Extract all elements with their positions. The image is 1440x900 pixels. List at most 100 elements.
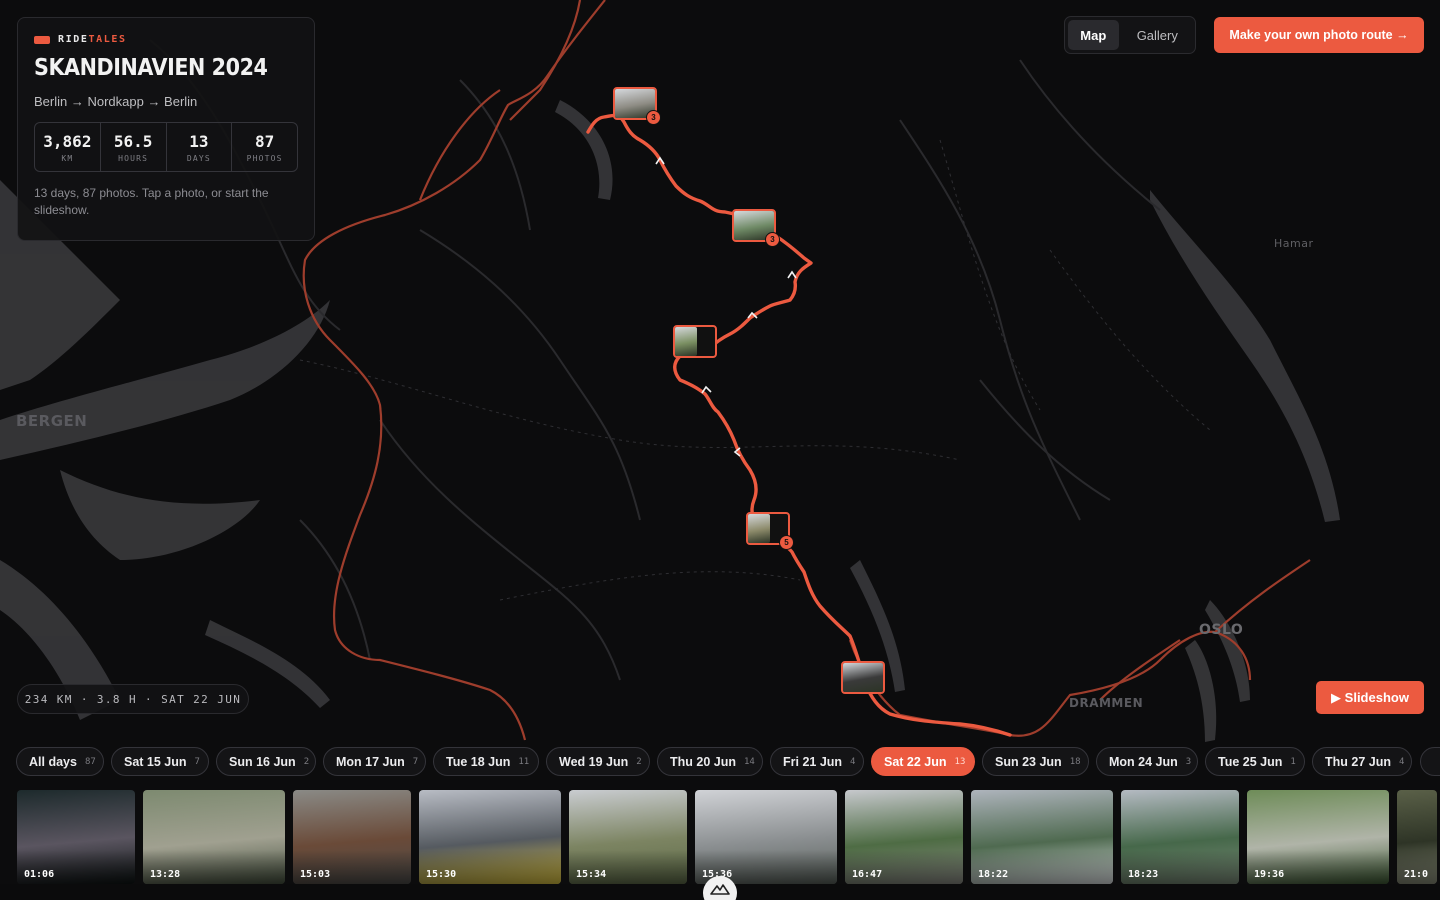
day-chip-count: 7	[194, 756, 200, 767]
day-chip-label: Sun 16 Jun	[229, 754, 296, 769]
photo-time: 01:06	[24, 869, 55, 880]
app-root: BERGEN Hamar OSLO DRAMMEN 3 3 5 RIDE TALES …	[0, 0, 1440, 900]
marker-count-badge: 5	[779, 535, 794, 550]
photo-time: 13:28	[150, 869, 181, 880]
stat-days: 13 DAYS	[167, 123, 233, 171]
photo-time: 18:23	[1128, 869, 1159, 880]
marker-thumbnail	[675, 327, 697, 356]
day-chip-label: Sun 23 Jun	[995, 754, 1062, 769]
day-chip-count: 13	[954, 756, 966, 767]
marker-thumbnail	[748, 514, 770, 543]
day-chip[interactable]: Mon 24 Jun 3	[1096, 747, 1198, 776]
day-chip[interactable]: Tue 25 Jun 1	[1205, 747, 1305, 776]
photo-marker[interactable]	[673, 325, 717, 358]
photo-thumbnail[interactable]: 15:34	[569, 790, 687, 884]
day-chip[interactable]: Sun 23 Jun 18	[982, 747, 1089, 776]
day-filter-bar: All days 87 Sat 15 Jun 7 Sun 16 Jun 2 Mon 17 J…	[16, 747, 1440, 776]
slideshow-button[interactable]: ▶ Slideshow	[1316, 681, 1424, 714]
photo-time: 15:03	[300, 869, 331, 880]
day-chip[interactable]: Sat 15 Jun 7	[111, 747, 209, 776]
photo-time: 15:34	[576, 869, 607, 880]
stat-photos: 87 PHOTOS	[232, 123, 297, 171]
day-chip[interactable]: Fri 21 Jun 4	[770, 747, 864, 776]
day-chip[interactable]: Wed 19 Jun 2	[546, 747, 650, 776]
photo-marker[interactable]: 5	[746, 512, 794, 550]
day-chip-label: Thu 20 Jun	[670, 754, 736, 769]
day-chip-count: 2	[636, 756, 642, 767]
map-label-hamar: Hamar	[1274, 237, 1314, 250]
photo-thumbnail[interactable]: 15:36	[695, 790, 837, 884]
stat-value: 3,862	[43, 131, 92, 151]
day-chip-count: 14	[743, 756, 755, 767]
photo-marker[interactable]: 3	[732, 209, 780, 247]
stat-label: KM	[61, 153, 74, 163]
photo-time: 19:36	[1254, 869, 1285, 880]
day-chip-count: 18	[1069, 756, 1081, 767]
stat-label: DAYS	[186, 153, 211, 163]
photo-thumbnail[interactable]: 01:06	[17, 790, 135, 884]
photo-marker[interactable]	[841, 661, 885, 694]
day-chip-label: Mon 17 Jun	[336, 754, 405, 769]
day-chip[interactable]: Thu 20 Jun 14	[657, 747, 763, 776]
day-chip-count: 4	[850, 756, 856, 767]
day-chip-count: 7	[412, 756, 419, 767]
day-chip-label: All days	[29, 754, 77, 769]
photo-thumbnail[interactable]: 16:47	[845, 790, 963, 884]
photo-marker[interactable]: 3	[613, 87, 661, 125]
day-chip-overflow[interactable]	[1420, 747, 1440, 776]
trip-info-card: RIDE TALES SKANDINAVIEN 2024 Berlin → Nor…	[17, 17, 315, 241]
photo-thumbnail[interactable]: 15:30	[419, 790, 561, 884]
photo-thumbnail[interactable]: 18:22	[971, 790, 1113, 884]
trip-title: SKANDINAVIEN 2024	[34, 55, 268, 81]
stat-value: 56.5	[113, 131, 153, 151]
trip-route: Berlin → Nordkapp → Berlin	[34, 94, 198, 109]
day-chip-count: 11	[518, 756, 530, 767]
marker-count-badge: 3	[646, 110, 661, 125]
day-chip-label: Wed 19 Jun	[559, 754, 629, 769]
trip-description: 13 days, 87 photos. Tap a photo, or star…	[34, 186, 269, 217]
stat-distance: 3,862 KM	[35, 123, 101, 171]
day-chip-label: Sat 22 Jun	[884, 754, 947, 769]
photo-thumbnail[interactable]: 15:03	[293, 790, 411, 884]
photo-strip[interactable]: 01:06 13:28 15:03 15:30 15:34 15:36 16:47 18:22…	[0, 790, 1440, 884]
photo-thumbnail[interactable]: 18:23	[1121, 790, 1239, 884]
photo-thumbnail[interactable]: 19:36	[1247, 790, 1389, 884]
tab-map[interactable]: Map	[1068, 20, 1119, 50]
day-chip-count: 4	[1398, 756, 1405, 767]
brand-logo[interactable]: RIDE TALES	[34, 34, 298, 45]
make-photo-route-button[interactable]: Make your own photo route →	[1214, 17, 1424, 53]
map-label-oslo: OSLO	[1199, 622, 1244, 638]
day-summary-badge: 234 KM · 3.8 H · SAT 22 JUN	[17, 684, 249, 714]
day-chip-label: Tue 25 Jun	[1218, 754, 1283, 769]
photo-time: 15:30	[426, 869, 457, 880]
brand-name-part2: TALES	[88, 34, 127, 45]
day-chip-count: 1	[1290, 756, 1296, 767]
day-chip[interactable]: Tue 18 Jun 11	[433, 747, 539, 776]
photo-time: 21:0	[1404, 869, 1429, 880]
brand-mark-icon	[34, 35, 50, 44]
photo-time: 16:47	[852, 869, 883, 880]
day-chip-label: Tue 18 Jun	[446, 754, 511, 769]
photo-thumbnail[interactable]: 13:28	[143, 790, 285, 884]
stat-hours: 56.5 HOURS	[101, 123, 167, 171]
mountain-icon	[710, 884, 730, 895]
day-chip-label: Sat 15 Jun	[124, 754, 187, 769]
stat-value: 13	[189, 131, 209, 151]
day-chip[interactable]: Mon 17 Jun 7	[323, 747, 426, 776]
marker-thumbnail	[843, 663, 883, 692]
photo-time: 18:22	[978, 869, 1009, 880]
day-chip[interactable]: Thu 27 Jun 4	[1312, 747, 1412, 776]
stat-label: PHOTOS	[246, 153, 283, 163]
brand-name-part1: RIDE	[58, 34, 89, 45]
view-toggle: Map Gallery	[1064, 16, 1196, 54]
photo-thumbnail[interactable]: 21:0	[1397, 790, 1437, 884]
day-chip[interactable]: Sat 22 Jun 13	[871, 747, 975, 776]
trip-stats: 3,862 KM 56.5 HOURS 13 DAYS 87 PHOTOS	[34, 122, 298, 172]
day-chip[interactable]: Sun 16 Jun 2	[216, 747, 316, 776]
day-chip[interactable]: All days 87	[16, 747, 104, 776]
map-label-bergen: BERGEN	[16, 412, 88, 430]
tab-gallery[interactable]: Gallery	[1123, 20, 1192, 50]
marker-count-badge: 3	[765, 232, 780, 247]
stat-label: HOURS	[118, 153, 149, 163]
day-chip-label: Thu 27 Jun	[1325, 754, 1391, 769]
